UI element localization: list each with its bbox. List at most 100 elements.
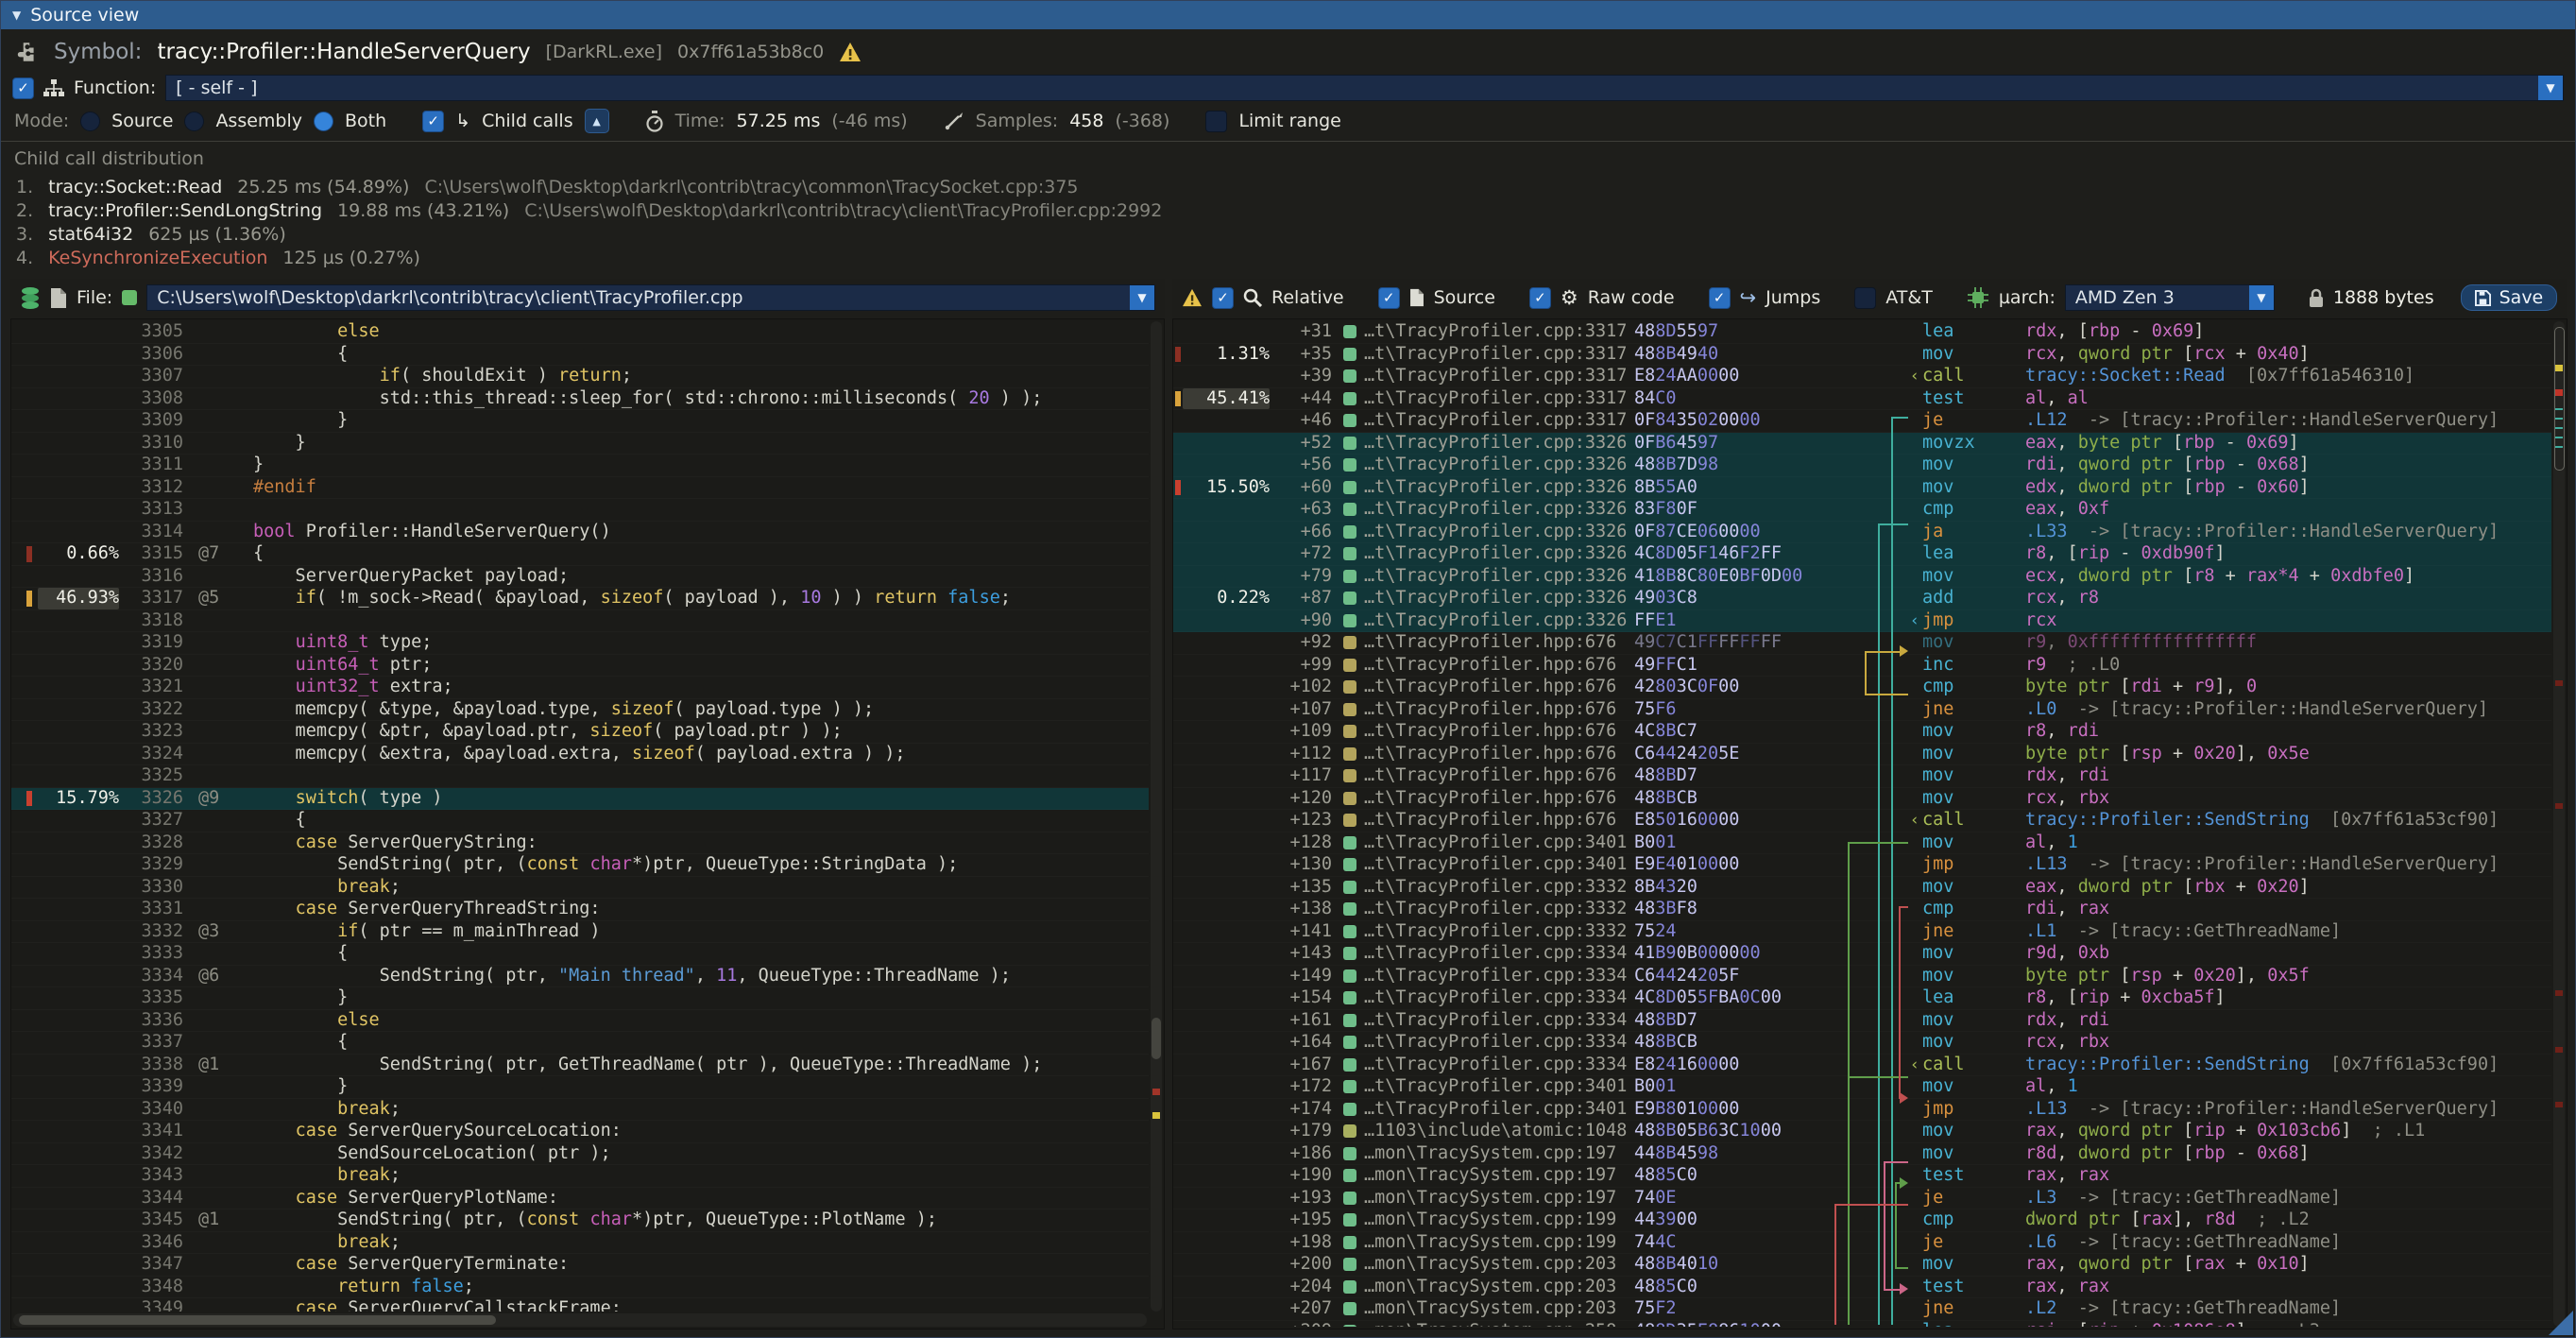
asm-row[interactable]: +79…t\TracyProfiler.cpp:3326418B8C80E0BF… [1173,566,2551,589]
asm-row[interactable]: +90…t\TracyProfiler.cpp:3326FFE1‹jmprcx [1173,610,2551,633]
relative-label[interactable]: Relative [1271,287,1344,308]
source-line[interactable]: 3343 break; [11,1165,1149,1188]
source-line[interactable]: 3312#endif [11,477,1149,500]
limit-range-label[interactable]: Limit range [1238,111,1340,131]
source-line[interactable]: 3306 { [11,344,1149,367]
uarch-dropdown-button[interactable]: ▼ [2249,285,2274,310]
source-line[interactable]: 3331 case ServerQueryThreadString: [11,899,1149,921]
source-line[interactable]: 3316 ServerQueryPacket payload; [11,566,1149,589]
asm-row[interactable]: +149…t\TracyProfiler.cpp:3334C64424205Fm… [1173,966,2551,988]
radio-both-label[interactable]: Both [345,111,386,131]
asm-row[interactable]: 15.50%+60…t\TracyProfiler.cpp:33268B55A0… [1173,477,2551,500]
radio-source[interactable] [80,112,100,131]
source-line[interactable]: 3319 uint8_t type; [11,632,1149,655]
source-line[interactable]: 3311} [11,455,1149,477]
source-line[interactable]: 3333 { [11,943,1149,966]
asm-row[interactable]: +46…t\TracyProfiler.cpp:33170F8435020000… [1173,410,2551,433]
function-dropdown-button[interactable]: ▼ [2538,76,2563,100]
save-button[interactable]: Save [2461,284,2558,311]
asm-row[interactable]: +99…t\TracyProfiler.hpp:67649FFC1incr9 ;… [1173,655,2551,678]
source-line[interactable]: 3322 memcpy( &type, &payload.type, sizeo… [11,699,1149,722]
source-line[interactable]: 15.79%3326@9 switch( type ) [11,788,1149,811]
asm-row[interactable]: +52…t\TracyProfiler.cpp:33260FB64597movz… [1173,433,2551,455]
raw-code-label[interactable]: Raw code [1588,287,1675,308]
source-line[interactable]: 3330 break; [11,877,1149,900]
asm-row[interactable]: +195…mon\TracySystem.cpp:199443900cmpdwo… [1173,1209,2551,1232]
asm-row[interactable]: +128…t\TracyProfiler.cpp:3401B001moval, … [1173,832,2551,855]
radio-assembly[interactable] [184,112,204,131]
asm-row[interactable]: +63…t\TracyProfiler.cpp:332683F80Fcmpeax… [1173,499,2551,522]
source-line[interactable]: 3344 case ServerQueryPlotName: [11,1188,1149,1210]
source-line[interactable]: 3324 memcpy( &extra, &payload.extra, siz… [11,744,1149,766]
source-line[interactable]: 3309 } [11,410,1149,433]
asm-row[interactable]: +66…t\TracyProfiler.cpp:33260F87CE060000… [1173,522,2551,544]
resize-grip[interactable] [2549,1311,2573,1335]
jumps-checkbox[interactable]: ✓ [1709,287,1731,309]
asm-row[interactable]: +161…t\TracyProfiler.cpp:3334488BD7movrd… [1173,1010,2551,1033]
raw-code-checkbox[interactable]: ✓ [1529,287,1551,309]
source-line[interactable]: 3339 } [11,1076,1149,1099]
asm-row[interactable]: 1.31%+35…t\TracyProfiler.cpp:3317488B494… [1173,344,2551,367]
asm-row[interactable]: +123…t\TracyProfiler.hpp:676E850160000‹c… [1173,810,2551,832]
source-line[interactable]: 3323 memcpy( &ptr, &payload.ptr, sizeof(… [11,721,1149,744]
source-line[interactable]: 3332@3 if( ptr == m_mainThread ) [11,921,1149,944]
asm-row[interactable]: +209…mon\TracySystem.cpp:258488D35E88610… [1173,1321,2551,1328]
asm-row[interactable]: +72…t\TracyProfiler.cpp:33264C8D05F146F2… [1173,543,2551,566]
child-calls-checkbox[interactable]: ✓ [422,111,444,132]
radio-source-label[interactable]: Source [111,111,173,131]
source-line[interactable]: 3336 else [11,1010,1149,1033]
asm-row[interactable]: +154…t\TracyProfiler.cpp:33344C8D055FBA0… [1173,987,2551,1010]
asm-row[interactable]: +164…t\TracyProfiler.cpp:3334488BCBmovrc… [1173,1032,2551,1055]
source-line[interactable]: 0.66%3315@7{ [11,543,1149,566]
scrollbar-thumb[interactable] [19,1315,496,1325]
source-line[interactable]: 3348 return false; [11,1277,1149,1299]
asm-row[interactable]: +207…mon\TracySystem.cpp:20375F2jne.L2 -… [1173,1298,2551,1321]
source-line[interactable]: 3318 [11,610,1149,633]
asm-row[interactable]: +31…t\TracyProfiler.cpp:3317488D5597lear… [1173,321,2551,344]
source-line[interactable]: 3347 case ServerQueryTerminate: [11,1254,1149,1277]
source-line[interactable]: 3310 } [11,433,1149,455]
radio-assembly-label[interactable]: Assembly [215,111,302,131]
scrollbar-thumb[interactable] [1152,1018,1161,1059]
collapse-distribution-button[interactable]: ▲ [585,109,609,133]
asm-row[interactable]: +109…t\TracyProfiler.hpp:6764C8BC7movr8,… [1173,721,2551,744]
att-label[interactable]: AT&T [1885,287,1933,308]
source-line[interactable]: 3314bool Profiler::HandleServerQuery() [11,522,1149,544]
function-combobox[interactable]: [ - self - ] ▼ [165,75,2564,101]
asm-row[interactable]: 0.22%+87…t\TracyProfiler.cpp:33264903C8a… [1173,588,2551,610]
source-hscrollbar[interactable] [13,1313,1147,1327]
child-call-name[interactable]: tracy::Profiler::SendLongString [48,200,322,221]
asm-row[interactable]: +92…t\TracyProfiler.hpp:67649C7C1FFFFFFF… [1173,632,2551,655]
asm-row[interactable]: +179…1103\include\atomic:1048488B05B63C1… [1173,1121,2551,1143]
source-line[interactable]: 3307 if( shouldExit ) return; [11,366,1149,388]
child-call-name[interactable]: stat64i32 [48,224,133,245]
asm-row[interactable]: +186…mon\TracySystem.cpp:197448B4598movr… [1173,1143,2551,1166]
att-checkbox[interactable] [1854,287,1876,309]
asm-row[interactable]: +117…t\TracyProfiler.hpp:676488BD7movrdx… [1173,765,2551,788]
source-line[interactable]: 3321 uint32_t extra; [11,677,1149,699]
asm-row[interactable]: +130…t\TracyProfiler.cpp:3401E9E4010000j… [1173,854,2551,877]
asm-row[interactable]: +193…mon\TracySystem.cpp:197740Eje.L3 ->… [1173,1188,2551,1210]
child-call-row[interactable]: 2.tracy::Profiler::SendLongString19.88 m… [16,200,1162,223]
source-line[interactable]: 3337 { [11,1032,1149,1055]
source-line[interactable]: 3313 [11,499,1149,522]
source-line[interactable]: 3325 [11,765,1149,788]
asm-row[interactable]: +190…mon\TracySystem.cpp:1974885C0testra… [1173,1165,2551,1188]
source-vscrollbar[interactable] [1151,321,1162,1312]
asm-row[interactable]: +141…t\TracyProfiler.cpp:33327524jne.L1 … [1173,921,2551,944]
source-toggle-label[interactable]: Source [1434,287,1495,308]
asm-row[interactable]: +112…t\TracyProfiler.hpp:676C64424205Emo… [1173,744,2551,766]
source-line[interactable]: 46.93%3317@5 if( !m_sock->Read( &payload… [11,588,1149,610]
asm-row[interactable]: +138…t\TracyProfiler.cpp:3332483BF8cmprd… [1173,899,2551,921]
asm-row[interactable]: +135…t\TracyProfiler.cpp:33328B4320movea… [1173,877,2551,900]
asm-row[interactable]: 45.41%+44…t\TracyProfiler.cpp:331784C0te… [1173,388,2551,411]
source-line[interactable]: 3341 case ServerQuerySourceLocation: [11,1121,1149,1143]
source-line[interactable]: 3327 { [11,810,1149,832]
source-line[interactable]: 3328 case ServerQueryString: [11,832,1149,855]
source-line[interactable]: 3334@6 SendString( ptr, "Main thread", 1… [11,966,1149,988]
asm-row[interactable]: +56…t\TracyProfiler.cpp:3326488B7D98movr… [1173,455,2551,477]
scrollbar-thumb[interactable] [2554,327,2565,471]
child-call-name[interactable]: KeSynchronizeExecution [48,248,267,268]
asm-row[interactable]: +107…t\TracyProfiler.hpp:67675F6jne.L0 -… [1173,699,2551,722]
jumps-label[interactable]: Jumps [1766,287,1820,308]
